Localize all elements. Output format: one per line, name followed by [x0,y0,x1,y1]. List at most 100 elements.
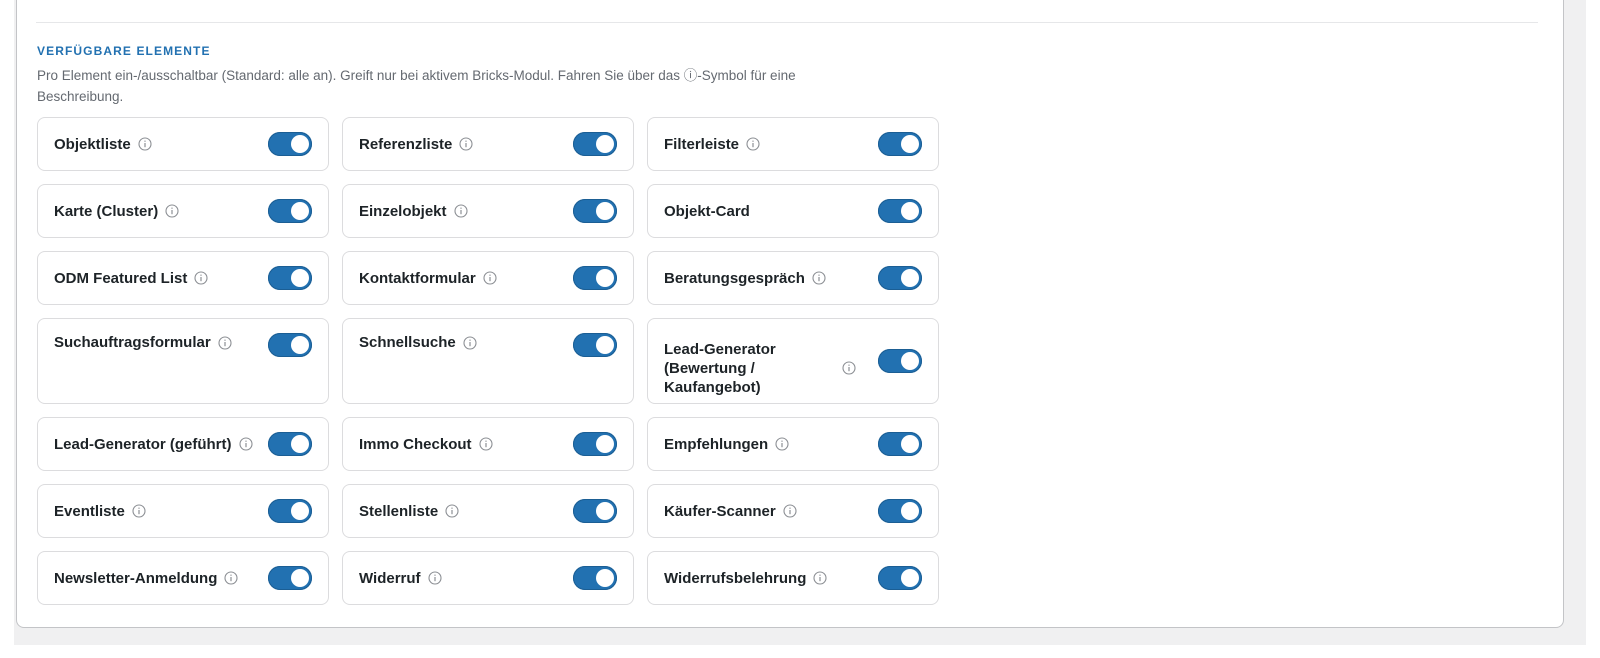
element-toggle-grid: Objektliste Referenzliste Filterleiste K… [37,117,941,605]
element-card-newsletter-anmeldung: Newsletter-Anmeldung [37,551,329,605]
toggle-karte-cluster[interactable] [268,199,312,223]
element-card-lead-generator-geführt: Lead-Generator (geführt) [37,417,329,471]
section-title: VERFÜGBARE ELEMENTE [37,44,211,58]
element-label: Widerrufsbelehrung [664,569,807,587]
toggle-filterleiste[interactable] [878,132,922,156]
element-card-main: Widerrufsbelehrung [664,569,878,588]
element-label: Filterleiste [664,135,740,153]
info-circle-icon[interactable] [132,504,146,518]
element-card-main: Objekt-Card [664,202,878,221]
element-card-lead-generator-bewertung-kaufangebot: Lead-Generator (Bewertung / Kaufangebot) [647,318,939,404]
element-card-main: ODM Featured List [54,269,268,288]
element-card-main: Einzelobjekt [359,202,573,221]
element-card-main: Lead-Generator (geführt) [54,435,268,454]
element-card-main: Karte (Cluster) [54,202,268,221]
info-circle-icon[interactable] [427,571,442,585]
element-card-main: Eventliste [54,502,268,521]
section-description: Pro Element ein-/ausschaltbar (Standard:… [37,68,796,104]
element-card-referenzliste: Referenzliste [342,117,634,171]
info-circle-icon[interactable] [224,571,238,585]
info-circle-icon[interactable] [783,504,797,518]
element-card-käufer-scanner: Käufer-Scanner [647,484,939,538]
toggle-referenzliste[interactable] [573,132,617,156]
element-label: Stellenliste [359,502,439,520]
element-card-main: Kontaktformular [359,269,573,288]
element-label: Karte (Cluster) [54,202,159,220]
element-card-main: Beratungsgespräch [664,269,878,288]
toggle-suchauftragsformular[interactable] [268,333,312,357]
element-label: Objektliste [54,135,131,153]
element-card-main: Suchauftragsformular [54,319,268,352]
element-card-stellenliste: Stellenliste [342,484,634,538]
element-card-schnellsuche: Schnellsuche [342,318,634,404]
element-card-objektliste: Objektliste [37,117,329,171]
info-circle-icon[interactable] [459,137,473,151]
element-label: Objekt-Card [664,202,750,220]
info-circle-icon[interactable] [775,437,789,451]
info-circle-icon[interactable] [194,271,208,285]
info-circle-icon[interactable] [165,204,179,218]
element-card-main: Stellenliste [359,502,573,521]
element-card-filterleiste: Filterleiste [647,117,939,171]
element-card-main: Filterleiste [664,135,878,154]
info-circle-icon[interactable] [478,437,493,451]
info-circle-icon[interactable] [445,504,459,518]
toggle-widerrufsbelehrung[interactable] [878,566,922,590]
element-label: Eventliste [54,502,125,520]
element-card-einzelobjekt: Einzelobjekt [342,184,634,238]
toggle-empfehlungen[interactable] [878,432,922,456]
info-circle-icon[interactable] [218,335,232,350]
element-card-odm-featured-list: ODM Featured List [37,251,329,305]
element-label: Käufer-Scanner [664,502,776,520]
element-label: Beratungsgespräch [664,269,805,287]
element-label: Empfehlungen [664,435,769,453]
info-circle-icon[interactable] [238,437,253,451]
element-card-karte-cluster: Karte (Cluster) [37,184,329,238]
element-label: Lead-Generator (Bewertung / Kaufangebot) [664,340,776,396]
element-card-main: Immo Checkout [359,435,573,454]
element-card-suchauftragsformular: Suchauftragsformular [37,318,329,404]
element-label: Suchauftragsformular [54,334,211,351]
element-label: Kontaktformular [359,269,476,287]
info-circle-icon[interactable] [463,335,477,350]
element-label: Immo Checkout [359,435,472,453]
info-circle-icon[interactable] [842,361,856,375]
info-circle-icon[interactable] [813,571,827,585]
toggle-widerruf[interactable] [573,566,617,590]
info-circle-icon[interactable] [483,271,497,285]
element-card-widerrufsbelehrung: Widerrufsbelehrung [647,551,939,605]
element-label: Lead-Generator (geführt) [54,435,232,453]
toggle-odm-featured-list[interactable] [268,266,312,290]
element-card-main: Objektliste [54,135,268,154]
toggle-kontaktformular[interactable] [573,266,617,290]
toggle-lead-generator-geführt[interactable] [268,432,312,456]
toggle-käufer-scanner[interactable] [878,499,922,523]
element-label: Referenzliste [359,135,453,153]
element-card-main: Widerruf [359,569,573,588]
toggle-stellenliste[interactable] [573,499,617,523]
toggle-newsletter-anmeldung[interactable] [268,566,312,590]
toggle-objekt-card[interactable] [878,199,922,223]
toggle-eventliste[interactable] [268,499,312,523]
toggle-beratungsgespräch[interactable] [878,266,922,290]
element-label: ODM Featured List [54,269,188,287]
info-circle-icon[interactable] [812,271,826,285]
info-circle-icon[interactable] [453,204,468,218]
toggle-objektliste[interactable] [268,132,312,156]
element-card-main: Referenzliste [359,135,573,154]
element-card-eventliste: Eventliste [37,484,329,538]
section-divider [36,22,1538,23]
element-card-immo-checkout: Immo Checkout [342,417,634,471]
element-card-main: Newsletter-Anmeldung [54,569,268,588]
toggle-schnellsuche[interactable] [573,333,617,357]
info-circle-icon[interactable] [746,137,760,151]
info-circle-icon[interactable] [138,137,152,151]
element-card-beratungsgespräch: Beratungsgespräch [647,251,939,305]
element-label: Widerruf [359,569,421,587]
element-card-main: Empfehlungen [664,435,878,454]
element-card-objekt-card: Objekt-Card [647,184,939,238]
toggle-lead-generator-bewertung-kaufangebot[interactable] [878,349,922,373]
element-label: Schnellsuche [359,334,456,351]
toggle-einzelobjekt[interactable] [573,199,617,223]
toggle-immo-checkout[interactable] [573,432,617,456]
